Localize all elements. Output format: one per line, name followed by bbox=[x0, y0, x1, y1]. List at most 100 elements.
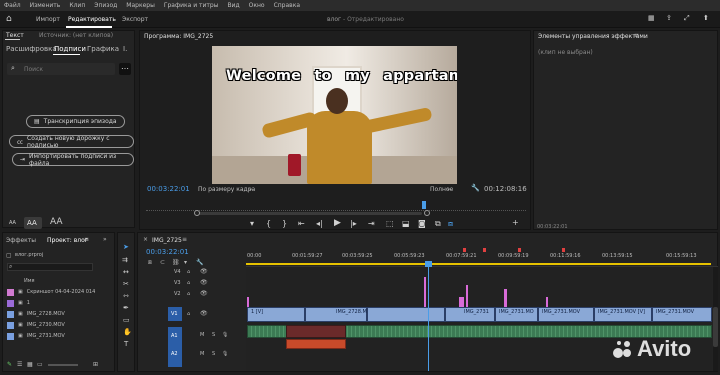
list-item[interactable]: ▣ IMG_2731.MOV bbox=[7, 331, 65, 341]
fit-dropdown-arrow[interactable]: ⌄ bbox=[248, 185, 253, 192]
menu-clip[interactable]: Клип bbox=[69, 2, 85, 9]
home-icon[interactable]: ⌂ bbox=[6, 14, 12, 24]
toggle-output-icon[interactable]: 👁 bbox=[200, 290, 208, 297]
tab-project[interactable]: Проект: влог bbox=[47, 237, 88, 244]
video-clip[interactable]: IMG_2731.MO bbox=[495, 307, 538, 322]
toggle-sync-lock-icon[interactable]: ⌂ bbox=[187, 291, 190, 297]
tab-graphics[interactable]: Графика bbox=[87, 45, 119, 53]
toggle-output-icon[interactable]: 👁 bbox=[200, 310, 208, 317]
playhead-handle[interactable] bbox=[425, 261, 432, 267]
project-search-field[interactable] bbox=[7, 263, 93, 271]
insert-sequence-icon[interactable]: ⧈ bbox=[148, 259, 152, 267]
ripple-edit-tool-icon[interactable]: ↔ bbox=[123, 268, 129, 276]
extract-icon[interactable]: ⬓ bbox=[402, 219, 410, 228]
effect-controls-menu-icon[interactable]: ≡ bbox=[634, 32, 639, 39]
timeline-menu-icon[interactable]: ≡ bbox=[182, 236, 187, 243]
share-icon[interactable]: ⬆ bbox=[703, 14, 709, 22]
selection-tool-icon[interactable]: ➤ bbox=[123, 243, 129, 251]
project-overflow-icon[interactable]: » bbox=[103, 236, 107, 243]
menu-window[interactable]: Окно bbox=[249, 2, 265, 9]
go-to-in-point-icon[interactable]: ⇤ bbox=[298, 219, 305, 228]
marker[interactable] bbox=[483, 248, 486, 252]
linked-selection-icon[interactable]: ⛓ bbox=[172, 259, 180, 266]
track-label-a1[interactable]: A1 bbox=[171, 333, 178, 339]
list-item[interactable]: ▣ Скриншот 04-04-2024 014 bbox=[7, 287, 95, 297]
transcribe-sequence-button[interactable]: ▤ Транскрипция эпизода bbox=[26, 115, 125, 128]
track-label-v2[interactable]: V2 bbox=[174, 291, 181, 297]
tab-effects[interactable]: Эффекты bbox=[6, 237, 36, 244]
type-tool-icon[interactable]: T bbox=[124, 340, 128, 348]
project-menu-icon[interactable]: ≡ bbox=[84, 236, 89, 243]
mute-track-icon[interactable]: M bbox=[200, 351, 204, 357]
vr-view-icon[interactable]: ⧈ bbox=[448, 219, 453, 229]
icon-view-icon[interactable]: ▦ bbox=[27, 361, 33, 368]
more-options-button[interactable]: … bbox=[119, 63, 131, 75]
quality-dropdown-arrow[interactable]: ⌄ bbox=[446, 185, 451, 192]
add-button-icon[interactable]: + bbox=[512, 218, 519, 227]
track-select-tool-icon[interactable]: ⇉ bbox=[122, 256, 128, 264]
menu-sequence[interactable]: Эпизод bbox=[94, 2, 117, 9]
pink-graphic-clip[interactable] bbox=[466, 285, 468, 307]
tab-edit[interactable]: Редактировать bbox=[68, 16, 116, 23]
scrollbar-thumb[interactable] bbox=[713, 307, 718, 347]
video-clip[interactable]: IMG_2731.MOV bbox=[538, 307, 594, 322]
marker[interactable] bbox=[562, 248, 565, 252]
play-icon[interactable]: ▶ bbox=[334, 218, 341, 228]
fullscreen-icon[interactable]: ⤢ bbox=[684, 14, 690, 23]
timeline-settings-icon[interactable]: 🔧 bbox=[196, 259, 203, 266]
menu-edit[interactable]: Изменить bbox=[30, 2, 61, 9]
timeline-playhead[interactable] bbox=[428, 267, 429, 371]
hand-tool-icon[interactable]: ✋ bbox=[123, 328, 132, 336]
video-clip[interactable] bbox=[367, 307, 445, 322]
menu-view[interactable]: Вид bbox=[227, 2, 239, 9]
export-frame-icon[interactable]: ◙ bbox=[418, 219, 426, 228]
slip-tool-icon[interactable]: ⇿ bbox=[123, 292, 129, 300]
step-back-icon[interactable]: ◂| bbox=[316, 219, 323, 228]
step-forward-icon[interactable]: |▸ bbox=[350, 219, 357, 228]
snap-icon[interactable]: ⊂ bbox=[160, 259, 165, 266]
mute-track-icon[interactable]: M bbox=[200, 332, 204, 338]
tab-export[interactable]: Экспорт bbox=[122, 16, 148, 23]
workspaces-icon[interactable]: ▦ bbox=[648, 14, 655, 22]
video-clip[interactable]: IMG_2731.MOV [V] bbox=[594, 307, 652, 322]
tab-import[interactable]: Импорт bbox=[36, 16, 60, 23]
search-field[interactable]: ⌕ Поиск bbox=[7, 63, 115, 75]
menu-file[interactable]: Файл bbox=[4, 2, 21, 9]
go-to-out-icon[interactable]: ⇥ bbox=[368, 219, 375, 228]
new-item-icon[interactable]: ⊞ bbox=[93, 361, 98, 368]
wrench-icon[interactable]: 🔧 bbox=[471, 184, 480, 192]
solo-track-icon[interactable]: S bbox=[212, 351, 215, 357]
timeline-ruler[interactable]: 00:00 00:01:59:27 00:03:59:25 00:05:59:2… bbox=[246, 247, 718, 267]
audio-clip-orange[interactable] bbox=[286, 339, 346, 349]
tab-captions[interactable]: Подписи bbox=[54, 45, 86, 53]
program-zoom-handle-right[interactable] bbox=[424, 210, 430, 216]
create-caption-track-button[interactable]: ㏄ Создать новую дорожку с подписью bbox=[9, 135, 134, 149]
import-captions-button[interactable]: ⇥ Импортировать подписи из файла bbox=[12, 153, 134, 167]
text-size-large[interactable]: AA bbox=[50, 217, 63, 227]
program-zoom-bar[interactable] bbox=[196, 212, 422, 215]
rectangle-tool-icon[interactable]: ▭ bbox=[123, 316, 130, 324]
video-clip[interactable]: IMG_2731 bbox=[445, 307, 495, 322]
menu-markers[interactable]: Маркеры bbox=[126, 2, 155, 9]
pink-graphic-clip[interactable] bbox=[247, 297, 249, 307]
list-item[interactable]: ▣ 1 bbox=[7, 298, 30, 308]
program-playhead[interactable] bbox=[422, 201, 426, 209]
track-label-v1[interactable]: V1 bbox=[171, 311, 178, 317]
list-item[interactable]: ▣ IMG_2728.MOV bbox=[7, 309, 65, 319]
go-to-in-icon[interactable]: } bbox=[282, 219, 287, 228]
timeline-close-icon[interactable]: × bbox=[143, 236, 148, 243]
razor-tool-icon[interactable]: ✂ bbox=[123, 280, 129, 288]
menu-graphics[interactable]: Графика и титры bbox=[164, 2, 219, 9]
pen-tool-icon[interactable]: ✒ bbox=[123, 304, 129, 312]
video-clip[interactable]: IMG_2731.MOV bbox=[652, 307, 712, 322]
panel-more-icon[interactable]: I. bbox=[123, 45, 127, 53]
list-view-icon[interactable]: ☰ bbox=[17, 361, 22, 368]
timeline-timecode[interactable]: 00:03:22:01 bbox=[146, 248, 189, 256]
pink-graphic-clip[interactable] bbox=[546, 297, 548, 307]
toggle-sync-lock-icon[interactable]: ⌂ bbox=[187, 311, 190, 317]
text-size-small[interactable]: AA bbox=[9, 220, 16, 226]
solo-track-icon[interactable]: S bbox=[212, 332, 215, 338]
video-clip[interactable]: IMG_2728.MOV bbox=[305, 307, 374, 322]
menu-help[interactable]: Справка bbox=[274, 2, 300, 9]
mark-out-icon[interactable]: { bbox=[266, 219, 271, 228]
